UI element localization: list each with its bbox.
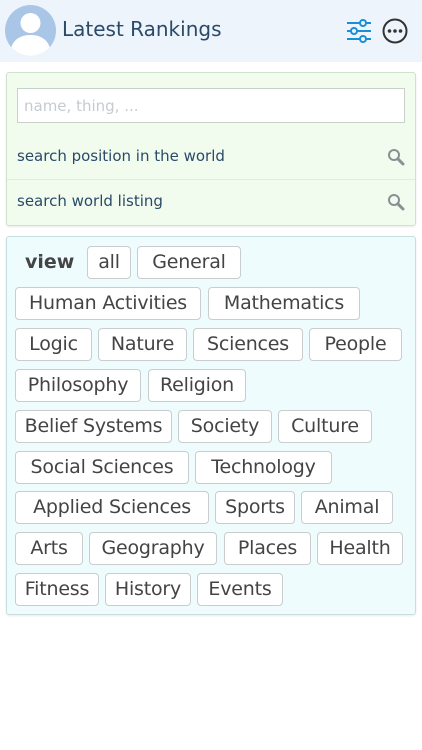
tag-events[interactable]: Events — [197, 573, 283, 606]
tag-belief-systems[interactable]: Belief Systems — [15, 410, 172, 443]
tag-animal[interactable]: Animal — [301, 491, 393, 524]
app-header: Latest Rankings — [0, 0, 422, 62]
tag-geography[interactable]: Geography — [89, 532, 217, 565]
category-panel: view all General Human Activities Mathem… — [6, 236, 416, 615]
tag-mathematics[interactable]: Mathematics — [208, 287, 360, 320]
search-listing-row[interactable]: search world listing — [7, 179, 415, 223]
tag-human-activities[interactable]: Human Activities — [15, 287, 201, 320]
tag-sciences[interactable]: Sciences — [193, 328, 303, 361]
tag-philosophy[interactable]: Philosophy — [15, 369, 141, 402]
more-dots-icon — [382, 18, 408, 44]
tag-culture[interactable]: Culture — [278, 410, 372, 443]
sliders-icon — [347, 19, 371, 43]
tag-logic[interactable]: Logic — [15, 328, 92, 361]
tag-all[interactable]: all — [87, 246, 131, 279]
tag-social-sciences[interactable]: Social Sciences — [15, 451, 189, 484]
tag-history[interactable]: History — [105, 573, 191, 606]
tag-nature[interactable]: Nature — [98, 328, 187, 361]
page-title: Latest Rankings — [62, 17, 222, 41]
tag-religion[interactable]: Religion — [148, 369, 246, 402]
tag-arts[interactable]: Arts — [15, 532, 83, 565]
search-panel: search position in the world search worl… — [6, 72, 416, 226]
avatar[interactable] — [5, 5, 56, 56]
search-position-row[interactable]: search position in the world — [7, 135, 415, 179]
tag-health[interactable]: Health — [317, 532, 403, 565]
search-icon — [388, 194, 405, 211]
more-button[interactable] — [381, 17, 409, 45]
filter-button[interactable] — [345, 17, 373, 45]
tag-places[interactable]: Places — [224, 532, 311, 565]
tag-sports[interactable]: Sports — [215, 491, 295, 524]
search-listing-label: search world listing — [17, 192, 163, 210]
tag-technology[interactable]: Technology — [195, 451, 332, 484]
tag-society[interactable]: Society — [178, 410, 272, 443]
tag-fitness[interactable]: Fitness — [15, 573, 99, 606]
search-input[interactable] — [17, 88, 405, 123]
search-position-label: search position in the world — [17, 147, 225, 165]
user-icon — [10, 13, 51, 56]
tag-people[interactable]: People — [309, 328, 402, 361]
tag-general[interactable]: General — [137, 246, 241, 279]
search-icon — [388, 149, 405, 166]
tag-applied-sciences[interactable]: Applied Sciences — [15, 491, 209, 524]
view-label: view — [25, 251, 75, 273]
